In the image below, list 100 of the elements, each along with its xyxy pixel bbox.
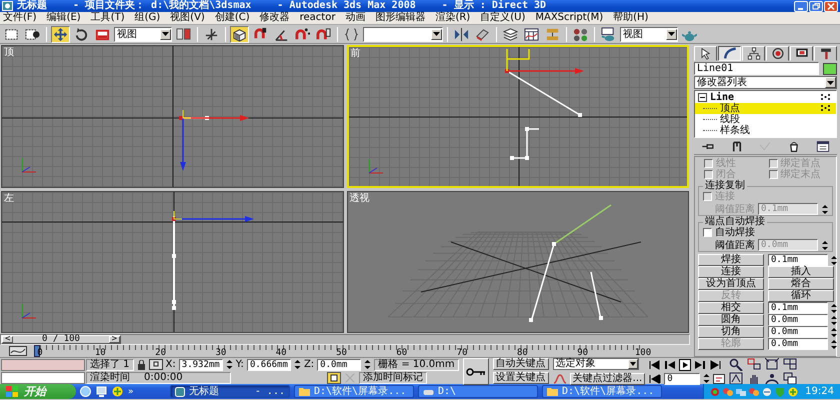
move-tool-button[interactable] bbox=[51, 26, 70, 42]
spinner-arrows[interactable] bbox=[830, 338, 838, 350]
value-field[interactable]: 0.0mm bbox=[768, 338, 828, 350]
play-icon[interactable] bbox=[679, 358, 692, 370]
orbit-icon[interactable] bbox=[765, 372, 780, 385]
utilities-tab[interactable] bbox=[814, 46, 837, 61]
value-field[interactable]: 0.0mm bbox=[768, 326, 828, 338]
menu-item[interactable]: 图形编辑器 bbox=[375, 12, 426, 24]
plus-circle-icon[interactable] bbox=[112, 386, 123, 397]
tray-icon[interactable] bbox=[749, 386, 760, 396]
taskbar-button[interactable]: D:\软件\屏幕录... bbox=[294, 385, 414, 398]
spinner-arrows[interactable] bbox=[226, 359, 233, 370]
tool-button[interactable]: 圆角 bbox=[698, 314, 764, 326]
value-field[interactable]: 0.1mm bbox=[768, 254, 828, 266]
zoom-icon[interactable] bbox=[729, 358, 744, 371]
key-mode-icon[interactable] bbox=[649, 372, 662, 384]
configure-button[interactable] bbox=[816, 140, 830, 154]
menu-item[interactable]: 自定义(U) bbox=[480, 12, 526, 24]
tool-button[interactable]: 设为首顶点 bbox=[698, 278, 764, 290]
time-tag-icon[interactable] bbox=[327, 372, 341, 384]
value-field[interactable]: 0.1mm bbox=[768, 302, 828, 314]
browser-icon[interactable] bbox=[80, 386, 91, 397]
time-slider-thumb[interactable]: < 0 / 100 > bbox=[1, 335, 121, 344]
selection-set-dropdown[interactable] bbox=[363, 26, 443, 42]
field-of-view-icon[interactable] bbox=[729, 372, 744, 385]
snap-tool-button[interactable] bbox=[230, 26, 249, 42]
object-name-field[interactable]: Line01 bbox=[694, 62, 819, 75]
tray-icon[interactable] bbox=[788, 386, 798, 396]
spinner-arrows[interactable] bbox=[830, 314, 838, 326]
absolute-mode-icon[interactable] bbox=[148, 359, 163, 370]
view-dropdown[interactable]: 视图 bbox=[114, 26, 172, 42]
taskbar-button[interactable]: 无标题 - ... bbox=[170, 385, 290, 398]
more-arrows[interactable]: » bbox=[128, 386, 134, 398]
tool-button[interactable]: 切角 bbox=[698, 326, 764, 338]
sub-object-item[interactable]: 线段 bbox=[695, 114, 836, 125]
menu-item[interactable]: 修改器 bbox=[260, 12, 290, 24]
menu-item[interactable]: 编辑(E) bbox=[46, 12, 81, 24]
viewport-label[interactable]: 顶 bbox=[4, 47, 14, 58]
menu-item[interactable]: 动画 bbox=[345, 12, 366, 24]
collapse-icon[interactable] bbox=[698, 93, 707, 102]
display-tab[interactable] bbox=[790, 46, 813, 61]
previous-frame-button[interactable]: < bbox=[2, 336, 14, 343]
tool-button[interactable]: 插入 bbox=[768, 266, 834, 278]
spinner-arrows[interactable] bbox=[830, 302, 838, 314]
desktop-icon[interactable] bbox=[96, 386, 107, 397]
tool-button[interactable]: 熔合 bbox=[768, 278, 834, 290]
tool-button[interactable]: 循环 bbox=[768, 290, 834, 302]
maximize-viewport-icon[interactable] bbox=[783, 372, 798, 385]
viewport[interactable]: 透视 bbox=[346, 190, 689, 333]
curve-tool-button[interactable] bbox=[522, 26, 541, 42]
script-output-field[interactable] bbox=[1, 372, 85, 384]
object-color-swatch[interactable] bbox=[823, 62, 837, 74]
menu-item[interactable]: 文件(F) bbox=[3, 12, 37, 24]
modifier-list-dropdown[interactable]: 修改器列表 bbox=[694, 76, 837, 89]
viewport-label[interactable]: 透视 bbox=[350, 192, 370, 204]
layers-tool-button[interactable] bbox=[501, 26, 520, 42]
viewport[interactable]: 左 bbox=[1, 190, 344, 333]
coordinate-field[interactable]: 0.666mm bbox=[246, 358, 291, 370]
menu-item[interactable]: 创建(C) bbox=[214, 12, 250, 24]
checkbox[interactable] bbox=[703, 228, 712, 237]
motion-tab[interactable] bbox=[766, 46, 789, 61]
menu-item[interactable]: 工具(T) bbox=[90, 12, 125, 24]
menu-item[interactable]: 渲染(R) bbox=[435, 12, 470, 24]
menu-item[interactable]: MAXScript(M) bbox=[535, 12, 604, 24]
sub-object-item[interactable]: 顶点 bbox=[695, 103, 836, 114]
tool-button[interactable]: 相交 bbox=[698, 302, 764, 314]
menu-item[interactable]: reactor bbox=[300, 12, 336, 24]
spinner-arrows[interactable] bbox=[821, 240, 829, 250]
next-frame-button[interactable]: > bbox=[108, 336, 120, 343]
tool-button[interactable]: 连接 bbox=[698, 266, 764, 278]
set-key-mode-button[interactable]: 设置关键点 bbox=[492, 372, 549, 384]
zoom-extents-all-icon[interactable] bbox=[783, 358, 798, 371]
spinner-arrows[interactable] bbox=[830, 326, 838, 338]
create-tab[interactable] bbox=[694, 46, 717, 61]
spinner-arrows[interactable] bbox=[830, 254, 838, 266]
taskbar-button[interactable]: D:\软件\屏幕录... bbox=[542, 385, 662, 398]
zoom-all-icon[interactable] bbox=[747, 358, 762, 371]
close-button[interactable] bbox=[824, 0, 838, 12]
viewport[interactable]: 前 bbox=[346, 45, 689, 188]
current-frame-field[interactable]: 0 bbox=[664, 372, 700, 384]
script-listener-field[interactable] bbox=[1, 359, 85, 371]
tray-icon[interactable] bbox=[723, 386, 734, 396]
spinner-arrows[interactable] bbox=[364, 359, 372, 370]
spinner-arrows[interactable] bbox=[703, 373, 710, 384]
restore-button[interactable] bbox=[809, 0, 823, 12]
time-configuration-icon[interactable] bbox=[713, 372, 726, 384]
mirror-tool-button[interactable] bbox=[452, 26, 471, 42]
go-to-start-icon[interactable] bbox=[649, 358, 662, 370]
coordinate-field[interactable]: 3.932mm bbox=[178, 358, 223, 370]
value-field[interactable]: 0.0mm bbox=[768, 314, 828, 326]
lock-icon[interactable] bbox=[136, 360, 146, 370]
taskbar-button[interactable]: D:\ bbox=[418, 385, 538, 398]
hierarchy-tab[interactable] bbox=[742, 46, 765, 61]
tray-icon[interactable] bbox=[762, 386, 772, 396]
spinner-arrows[interactable] bbox=[821, 204, 829, 214]
viewport-label[interactable]: 前 bbox=[350, 48, 360, 59]
key-tangent-icon[interactable] bbox=[552, 373, 567, 384]
time-slider-track[interactable]: < 0 / 100 > bbox=[0, 334, 690, 345]
key-set-dropdown[interactable]: 选定对象 bbox=[552, 358, 639, 370]
previous-frame-icon[interactable] bbox=[664, 358, 676, 370]
